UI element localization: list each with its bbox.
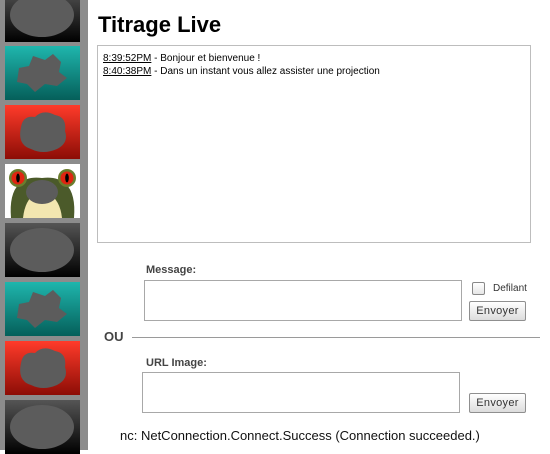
image-placeholder-icon <box>5 223 80 277</box>
log-text: - Bonjour et bienvenue ! <box>151 53 261 64</box>
thumbnail-sidebar <box>0 0 88 454</box>
thumbnail-teal-1[interactable] <box>5 46 80 100</box>
message-input[interactable] <box>144 280 462 321</box>
thumbnail-frog[interactable] <box>5 164 80 218</box>
log-entry: 8:40:38PM - Dans un instant vous allez a… <box>103 65 525 78</box>
thumbnail-dark-1[interactable] <box>5 0 80 42</box>
image-placeholder-icon <box>5 0 80 42</box>
defilant-checkbox[interactable] <box>472 282 485 295</box>
send-message-button[interactable]: Envoyer <box>469 301 526 321</box>
thumbnail-teal-2[interactable] <box>5 282 80 336</box>
thumbnail-dark-2[interactable] <box>5 223 80 277</box>
connection-status: nc: NetConnection.Connect.Success (Conne… <box>120 428 480 443</box>
separator-line <box>132 337 540 338</box>
frog-icon <box>5 164 80 218</box>
send-image-button[interactable]: Envoyer <box>469 393 526 413</box>
image-placeholder-icon <box>5 282 80 336</box>
thumbnail-red-1[interactable] <box>5 105 80 159</box>
page-title: Titrage Live <box>98 12 222 37</box>
defilant-label: Defilant <box>493 283 527 294</box>
message-log[interactable]: 8:39:52PM - Bonjour et bienvenue ! 8:40:… <box>97 45 531 243</box>
image-placeholder-icon <box>5 400 80 454</box>
image-placeholder-icon <box>5 341 80 395</box>
url-image-input[interactable] <box>142 372 460 413</box>
log-timestamp[interactable]: 8:40:38PM <box>103 66 151 77</box>
image-placeholder-icon <box>5 46 80 100</box>
separator-label: OU <box>104 329 124 344</box>
message-label: Message: <box>146 264 197 276</box>
log-timestamp[interactable]: 8:39:52PM <box>103 53 151 64</box>
log-text: - Dans un instant vous allez assister un… <box>151 66 380 77</box>
url-image-label: URL Image: <box>146 357 207 369</box>
image-placeholder-icon <box>5 105 80 159</box>
log-entry: 8:39:52PM - Bonjour et bienvenue ! <box>103 52 525 65</box>
thumbnail-dark-3[interactable] <box>5 400 80 454</box>
thumbnail-red-2[interactable] <box>5 341 80 395</box>
